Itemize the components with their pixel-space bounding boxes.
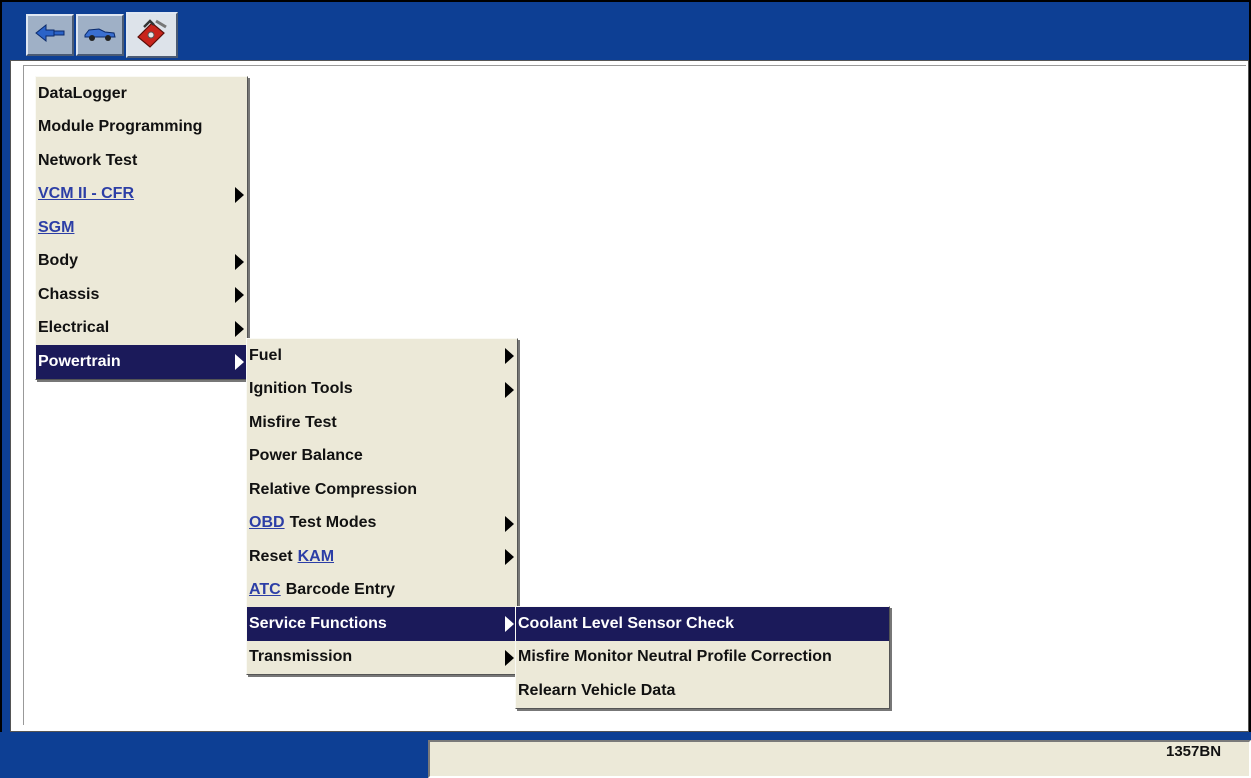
menu-item-chassis[interactable]: Chassis	[36, 278, 247, 312]
submenu-arrow-icon	[505, 649, 514, 666]
menu-item-atc-barcode-entry[interactable]: ATC Barcode Entry	[247, 574, 517, 608]
service-functions-submenu: Coolant Level Sensor Check Misfire Monit…	[515, 606, 890, 709]
submenu-arrow-icon	[235, 354, 244, 370]
menu-item-misfire-monitor-neutral-profile-correction[interactable]: Misfire Monitor Neutral Profile Correcti…	[516, 641, 889, 675]
toolbar	[26, 12, 178, 60]
submenu-arrow-icon	[505, 348, 514, 364]
submenu-arrow-icon	[235, 320, 244, 337]
submenu-arrow-icon	[505, 616, 514, 632]
powertrain-submenu: Fuel Ignition Tools Misfire Test Power B…	[246, 338, 518, 675]
menu-item-body[interactable]: Body	[36, 245, 247, 279]
vehicle-icon	[83, 24, 117, 47]
menu-item-sgm[interactable]: SGM	[36, 211, 247, 245]
menu-item-fuel[interactable]: Fuel	[247, 339, 517, 373]
submenu-arrow-icon	[235, 287, 244, 303]
main-menu: DataLogger Module Programming Network Te…	[35, 76, 248, 380]
menu-item-vcm-ii-cfr[interactable]: VCM II - CFR	[36, 178, 247, 212]
menu-item-powertrain[interactable]: Powertrain	[36, 345, 247, 379]
menu-item-electrical[interactable]: Electrical	[36, 312, 247, 346]
menu-item-module-programming[interactable]: Module Programming	[36, 111, 247, 145]
connector-icon	[34, 22, 66, 49]
connector-button[interactable]	[26, 14, 74, 56]
menu-item-relative-compression[interactable]: Relative Compression	[247, 473, 517, 507]
submenu-arrow-icon	[235, 186, 244, 203]
submenu-arrow-icon	[235, 253, 244, 270]
sgm-link[interactable]: SGM	[38, 219, 74, 237]
vehicle-button[interactable]	[76, 14, 124, 56]
menu-item-transmission[interactable]: Transmission	[247, 641, 517, 675]
submenu-arrow-icon	[505, 549, 514, 565]
menu-item-ignition-tools[interactable]: Ignition Tools	[247, 373, 517, 407]
submenu-arrow-icon	[505, 515, 514, 532]
menu-item-obd-test-modes[interactable]: OBD Test Modes	[247, 507, 517, 541]
figure-id-label: 1357BN	[1166, 743, 1222, 760]
toolbox-button[interactable]	[126, 12, 178, 58]
menu-item-relearn-vehicle-data[interactable]: Relearn Vehicle Data	[516, 674, 889, 708]
menu-item-reset-kam[interactable]: Reset KAM	[247, 540, 517, 574]
menu-item-datalogger[interactable]: DataLogger	[36, 77, 247, 111]
menu-item-service-functions[interactable]: Service Functions	[247, 607, 517, 641]
menu-item-coolant-level-sensor-check[interactable]: Coolant Level Sensor Check	[516, 607, 889, 641]
atc-link[interactable]: ATC	[249, 581, 281, 599]
menu-item-power-balance[interactable]: Power Balance	[247, 440, 517, 474]
menu-item-misfire-test[interactable]: Misfire Test	[247, 406, 517, 440]
menu-item-network-test[interactable]: Network Test	[36, 144, 247, 178]
vcm-ii-cfr-link[interactable]: VCM II - CFR	[38, 185, 134, 203]
toolbox-icon	[134, 17, 170, 54]
kam-link[interactable]: KAM	[298, 548, 334, 566]
obd-link[interactable]: OBD	[249, 514, 285, 532]
status-panel	[428, 740, 1251, 778]
submenu-arrow-icon	[505, 381, 514, 398]
